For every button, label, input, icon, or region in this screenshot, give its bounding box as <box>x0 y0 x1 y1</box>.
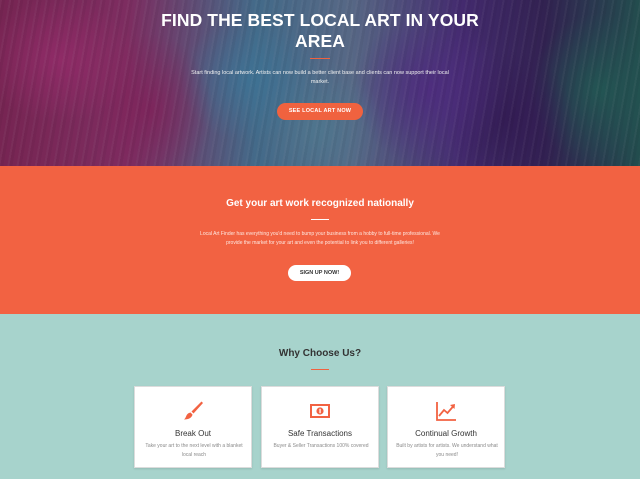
money-icon <box>309 400 331 422</box>
paintbrush-icon <box>182 400 204 422</box>
sign-up-button[interactable]: SIGN UP NOW! <box>288 265 351 281</box>
card-title: Safe Transactions <box>287 429 353 438</box>
feature-card-break-out: Break Out Take your art to the next leve… <box>134 386 252 468</box>
promo-title: Get your art work recognized nationally <box>226 198 414 209</box>
see-local-art-button[interactable]: SEE LOCAL ART NOW <box>277 103 363 120</box>
promo-divider <box>311 219 329 220</box>
why-choose-us-section: Why Choose Us? Break Out Take your art t… <box>0 314 640 479</box>
card-text: Buyer & Seller Transactions 100% covered <box>273 443 369 449</box>
feature-card-continual-growth: Continual Growth Built by artists for ar… <box>387 386 505 468</box>
hero-divider <box>310 58 330 59</box>
card-title: Break Out <box>174 429 211 438</box>
card-text: Take your art to the next level with a b… <box>145 443 243 458</box>
growth-chart-icon <box>435 400 457 422</box>
promo-section: Get your art work recognized nationally … <box>0 166 640 314</box>
card-text: Built by artists for artists. We underst… <box>396 443 498 458</box>
card-title: Continual Growth <box>415 429 477 438</box>
hero-section: FIND THE BEST LOCAL ART IN YOUR AREA Sta… <box>0 0 640 166</box>
why-title: Why Choose Us? <box>278 348 362 359</box>
hero-title: FIND THE BEST LOCAL ART IN YOUR AREA <box>161 10 479 51</box>
promo-text: Local Art Finder has everything you'd ne… <box>200 231 440 246</box>
feature-card-safe-transactions: Safe Transactions Buyer & Seller Transac… <box>261 386 379 468</box>
hero-subtitle: Start finding local artwork. Artists can… <box>191 70 449 85</box>
why-divider <box>311 369 329 370</box>
